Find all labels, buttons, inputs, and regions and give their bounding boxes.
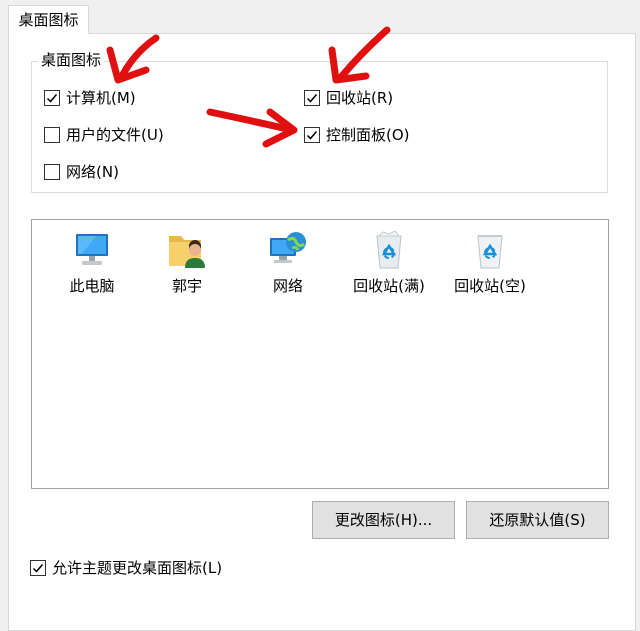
checkbox-label: 允许主题更改桌面图标(L) [52, 559, 223, 577]
groupbox-title: 桌面图标 [38, 51, 105, 69]
check-icon [306, 94, 318, 103]
checkbox-box[interactable] [304, 127, 320, 143]
checkbox-label: 网络(N) [66, 163, 119, 181]
icon-label: 此电脑 [69, 277, 115, 295]
checkbox-control-panel[interactable]: 控制面板(O) [304, 124, 410, 146]
desktop-icon-list[interactable]: 此电脑 郭宇 网络 回收站(满) 回收站(空) [31, 219, 609, 489]
checkbox-label: 用户的文件(U) [66, 126, 164, 144]
checkbox-allow-themes[interactable]: 允许主题更改桌面图标(L) [30, 557, 222, 579]
change-icon-button[interactable]: 更改图标(H)... [312, 501, 455, 539]
list-item-recycle-bin-empty[interactable]: 回收站(空) [445, 228, 535, 296]
tab-desktop-icons[interactable]: 桌面图标 [8, 5, 89, 34]
icon-label: 网络 [272, 277, 303, 295]
checkbox-box[interactable] [304, 90, 320, 106]
check-icon [46, 94, 58, 103]
computer-icon [76, 234, 108, 265]
user-folder-icon [169, 236, 205, 268]
checkbox-recycle-bin[interactable]: 回收站(R) [304, 87, 393, 109]
recycle-bin-empty-icon [477, 235, 503, 269]
network-icon [270, 232, 306, 263]
restore-default-button[interactable]: 还原默认值(S) [466, 501, 609, 539]
check-icon [32, 564, 44, 573]
recycle-bin-full-icon [376, 230, 402, 269]
checkbox-computer[interactable]: 计算机(M) [44, 87, 136, 109]
checkbox-user-files[interactable]: 用户的文件(U) [44, 124, 164, 146]
icon-label: 回收站(满) [353, 277, 425, 295]
icon-label: 回收站(空) [454, 277, 526, 295]
checkbox-box[interactable] [44, 127, 60, 143]
icon-label: 郭宇 [171, 277, 202, 295]
check-icon [306, 131, 318, 140]
checkbox-label: 控制面板(O) [326, 126, 410, 144]
list-item-user-folder[interactable]: 郭宇 [142, 228, 232, 296]
list-item-recycle-bin-full[interactable]: 回收站(满) [344, 228, 434, 296]
checkbox-box[interactable] [30, 560, 46, 576]
checkbox-box[interactable] [44, 90, 60, 106]
checkbox-label: 回收站(R) [326, 89, 394, 107]
checkbox-network[interactable]: 网络(N) [44, 161, 119, 183]
list-item-network[interactable]: 网络 [243, 228, 333, 296]
checkbox-box[interactable] [44, 164, 60, 180]
list-item-this-pc[interactable]: 此电脑 [47, 228, 137, 296]
checkbox-label: 计算机(M) [66, 89, 136, 107]
